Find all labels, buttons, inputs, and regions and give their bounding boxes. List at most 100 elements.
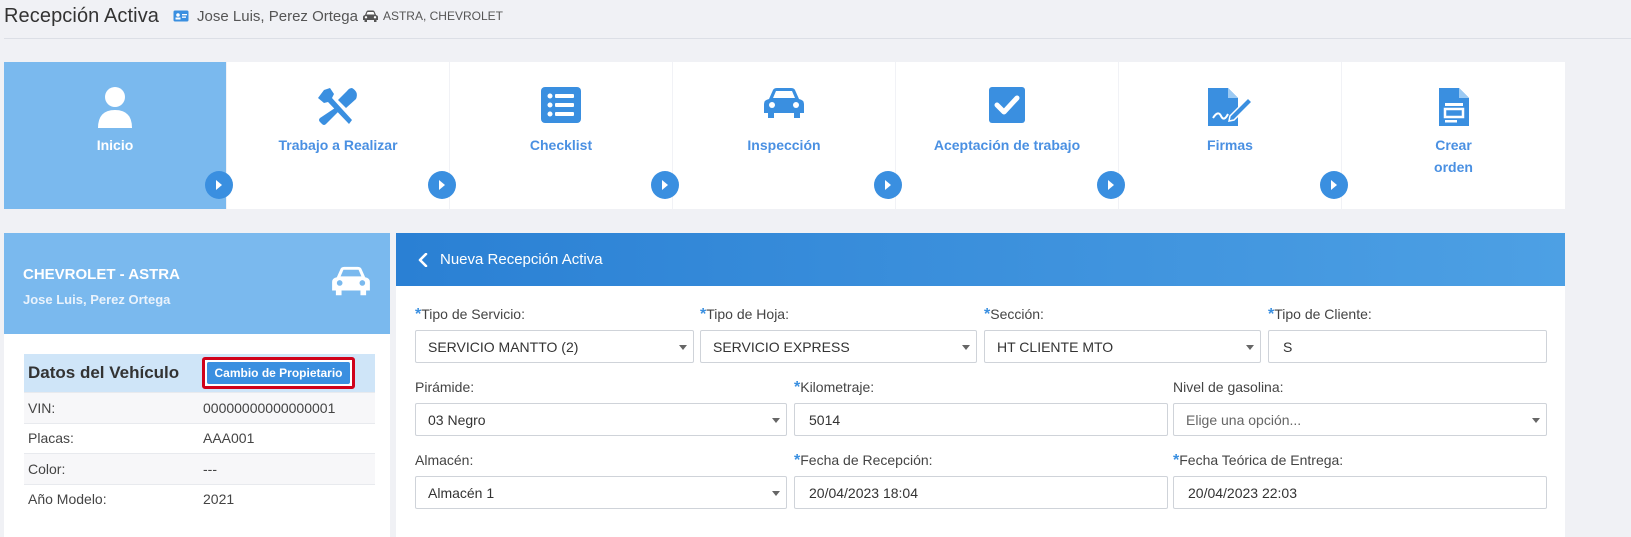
file-icon [1342, 86, 1565, 128]
kilometraje-input[interactable]: 5014 [794, 403, 1168, 436]
caret-down-icon [679, 345, 687, 350]
car-icon [362, 10, 379, 23]
caret-down-icon [1532, 418, 1540, 423]
field-label: *Sección: [984, 306, 1261, 324]
header-vehicle: ASTRA, CHEVROLET [382, 9, 503, 23]
form-header: Nueva Recepción Activa [396, 233, 1565, 286]
field-label: *Tipo de Servicio: [415, 306, 694, 324]
step-label: Aceptación de trabajo [933, 137, 1081, 153]
nivel-gasolina-select[interactable]: Elige una opción... [1173, 403, 1547, 436]
field-label-text: Kilometraje: [800, 379, 875, 395]
field-label-text: Sección: [990, 306, 1044, 322]
header-divider [4, 38, 1631, 39]
change-owner-button[interactable]: Cambio de Propietario [202, 357, 355, 389]
car-icon [673, 86, 895, 128]
form-title: Nueva Recepción Activa [440, 251, 603, 268]
step-aceptacion-de-trabajo[interactable]: Aceptación de trabajo [896, 62, 1125, 209]
step-trabajo-a-realizar[interactable]: Trabajo a Realizar [227, 62, 456, 209]
field-label: *Fecha de Recepción: [794, 452, 1168, 470]
row-value: AAA001 [203, 430, 255, 447]
fecha-recepcion-input[interactable]: 20/04/2023 18:04 [794, 476, 1168, 509]
fecha-recepcion-field: *Fecha de Recepción: 20/04/2023 18:04 [794, 452, 1168, 510]
input-value: 5014 [809, 411, 841, 428]
row-label: Color: [28, 460, 66, 477]
tipo-servicio-field: *Tipo de Servicio: SERVICIO MANTTO (2) [415, 306, 694, 364]
tipo-cliente-field: *Tipo de Cliente: S [1268, 306, 1547, 364]
step-checklist[interactable]: Checklist [450, 62, 679, 209]
table-row: Año Modelo: 2021 [24, 483, 375, 515]
step-firmas[interactable]: Firmas [1119, 62, 1348, 209]
step-next-button[interactable] [205, 171, 233, 199]
field-label: Almacén: [415, 452, 474, 468]
step-inicio[interactable]: Inicio [4, 62, 233, 209]
field-label: *Tipo de Cliente: [1268, 306, 1547, 324]
chevron-left-icon[interactable] [418, 252, 428, 267]
field-label: *Tipo de Hoja: [700, 306, 977, 324]
field-label: Nivel de gasolina: [1173, 379, 1284, 395]
field-label-text: Fecha Teórica de Entrega: [1179, 452, 1344, 468]
field-label: *Kilometraje: [794, 379, 1168, 397]
caret-down-icon [772, 418, 780, 423]
car-icon [330, 265, 372, 304]
caret-down-icon [962, 345, 970, 350]
step-label: Trabajo a Realizar [278, 137, 398, 153]
seccion-field: *Sección: HT CLIENTE MTO [984, 306, 1261, 364]
select-value: Almacén 1 [428, 484, 495, 501]
step-next-button[interactable] [1320, 171, 1348, 199]
seccion-select[interactable]: HT CLIENTE MTO [984, 330, 1261, 363]
row-value: 2021 [203, 491, 235, 508]
vehicle-title: CHEVROLET - ASTRA [23, 266, 180, 283]
piramide-field: Pirámide: 03 Negro [415, 379, 787, 437]
caret-down-icon [772, 491, 780, 496]
vehicle-data-header: Datos del Vehículo Cambio de Propietario [24, 354, 375, 392]
step-label: Checklist [529, 137, 593, 153]
step-label-line: orden [1434, 159, 1473, 175]
row-value: --- [203, 460, 217, 477]
header-owner-name: Jose Luis, Perez Ortega [197, 7, 358, 25]
tipo-cliente-input[interactable]: S [1268, 330, 1547, 363]
fecha-entrega-field: *Fecha Teórica de Entrega: 20/04/2023 22… [1173, 452, 1547, 510]
step-label: Firmas [1207, 137, 1253, 153]
signature-icon [1119, 86, 1341, 128]
step-label-line: Crear [1435, 137, 1472, 153]
step-next-button[interactable] [874, 171, 902, 199]
list-icon [450, 86, 672, 128]
step-next-button[interactable] [1097, 171, 1125, 199]
select-value: HT CLIENTE MTO [997, 338, 1114, 355]
tipo-servicio-select[interactable]: SERVICIO MANTTO (2) [415, 330, 694, 363]
caret-down-icon [1246, 345, 1254, 350]
row-label: Año Modelo: [28, 491, 107, 508]
input-value: 20/04/2023 18:04 [809, 484, 918, 501]
input-value: 20/04/2023 22:03 [1188, 484, 1297, 501]
check-square-icon [896, 86, 1118, 128]
field-label-text: Tipo de Hoja: [706, 306, 789, 322]
step-label: Crear orden [1342, 134, 1565, 178]
tipo-hoja-select[interactable]: SERVICIO EXPRESS [700, 330, 977, 363]
field-label-text: Tipo de Servicio: [421, 306, 525, 322]
tipo-hoja-field: *Tipo de Hoja: SERVICIO EXPRESS [700, 306, 977, 364]
field-label-text: Fecha de Recepción: [800, 452, 933, 468]
select-value: SERVICIO MANTTO (2) [428, 338, 579, 355]
select-value: 03 Negro [428, 411, 486, 428]
table-row: Placas: AAA001 [24, 422, 375, 454]
fecha-entrega-input[interactable]: 20/04/2023 22:03 [1173, 476, 1547, 509]
vehicle-data-title: Datos del Vehículo [28, 363, 180, 382]
step-next-button[interactable] [428, 171, 456, 199]
page-header: Recepción Activa Jose Luis, Perez Ortega… [4, 0, 503, 32]
field-label: Pirámide: [415, 379, 475, 395]
field-label-text: Tipo de Cliente: [1274, 306, 1372, 322]
input-value: S [1283, 338, 1293, 355]
step-next-button[interactable] [651, 171, 679, 199]
select-value: SERVICIO EXPRESS [713, 338, 850, 355]
row-label: Placas: [28, 430, 74, 447]
nivel-gasolina-field: Nivel de gasolina: Elige una opción... [1173, 379, 1547, 437]
step-inspeccion[interactable]: Inspección [673, 62, 902, 209]
vehicle-card-body: Datos del Vehículo Cambio de Propietario… [4, 334, 390, 537]
vehicle-card-header: CHEVROLET - ASTRA Jose Luis, Perez Orteg… [4, 233, 390, 334]
almacen-select[interactable]: Almacén 1 [415, 476, 787, 509]
step-crear-orden[interactable]: Crear orden [1342, 62, 1565, 209]
piramide-select[interactable]: 03 Negro [415, 403, 787, 436]
table-row: Color: --- [24, 453, 375, 484]
change-owner-button-label: Cambio de Propietario [207, 362, 350, 384]
reception-form: *Tipo de Servicio: SERVICIO MANTTO (2) *… [396, 286, 1565, 537]
